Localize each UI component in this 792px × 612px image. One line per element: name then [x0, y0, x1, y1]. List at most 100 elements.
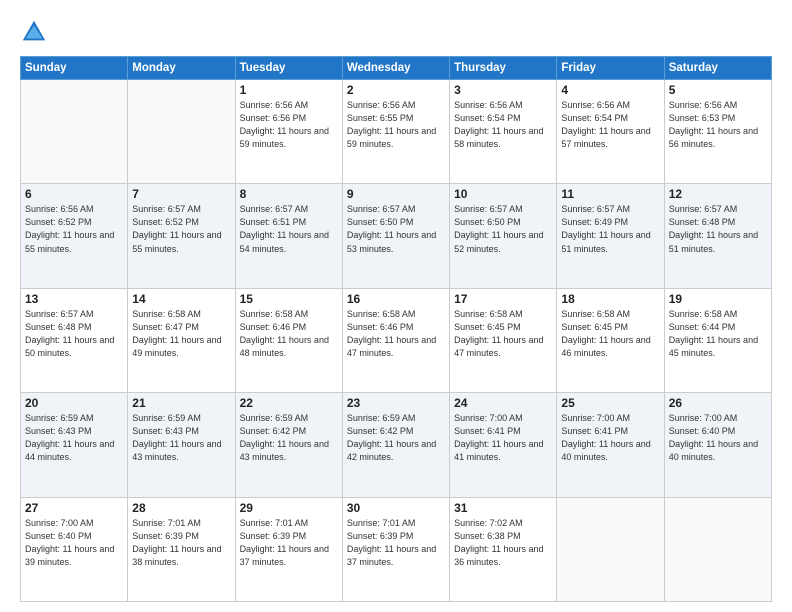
calendar-table: SundayMondayTuesdayWednesdayThursdayFrid…: [20, 56, 772, 602]
day-detail: Sunrise: 7:01 AMSunset: 6:39 PMDaylight:…: [132, 517, 230, 569]
calendar-cell: 23 Sunrise: 6:59 AMSunset: 6:42 PMDayligh…: [342, 393, 449, 497]
day-detail: Sunrise: 6:58 AMSunset: 6:45 PMDaylight:…: [561, 308, 659, 360]
calendar-cell: 27 Sunrise: 7:00 AMSunset: 6:40 PMDayligh…: [21, 497, 128, 601]
day-detail: Sunrise: 6:59 AMSunset: 6:42 PMDaylight:…: [347, 412, 445, 464]
day-number: 16: [347, 292, 445, 306]
calendar-cell: 7Sunrise: 6:57 AMSunset: 6:52 PMDaylight…: [128, 184, 235, 288]
weekday-header-saturday: Saturday: [664, 57, 771, 80]
calendar-cell: 30Sunrise: 7:01 AMSunset: 6:39 PMDayligh…: [342, 497, 449, 601]
calendar-cell: 17 Sunrise: 6:58 AMSunset: 6:45 PMDayligh…: [450, 288, 557, 392]
day-detail: Sunrise: 6:58 AMSunset: 6:46 PMDaylight:…: [347, 308, 445, 360]
calendar-cell: 16 Sunrise: 6:58 AMSunset: 6:46 PMDayligh…: [342, 288, 449, 392]
day-detail: Sunrise: 6:56 AMSunset: 6:56 PMDaylight:…: [240, 99, 338, 151]
calendar-week-row: 6 Sunrise: 6:56 AMSunset: 6:52 PMDaylight…: [21, 184, 772, 288]
weekday-header-thursday: Thursday: [450, 57, 557, 80]
calendar-cell: 9Sunrise: 6:57 AMSunset: 6:50 PMDaylight…: [342, 184, 449, 288]
calendar-cell: [557, 497, 664, 601]
calendar-cell: 29 Sunrise: 7:01 AMSunset: 6:39 PMDayligh…: [235, 497, 342, 601]
day-number: 26: [669, 396, 767, 410]
day-detail: Sunrise: 6:57 AMSunset: 6:48 PMDaylight:…: [669, 203, 767, 255]
calendar-cell: 21 Sunrise: 6:59 AMSunset: 6:43 PMDayligh…: [128, 393, 235, 497]
calendar-week-row: 27 Sunrise: 7:00 AMSunset: 6:40 PMDayligh…: [21, 497, 772, 601]
day-detail: Sunrise: 6:57 AMSunset: 6:49 PMDaylight:…: [561, 203, 659, 255]
day-detail: Sunrise: 7:01 AMSunset: 6:39 PMDaylight:…: [347, 517, 445, 569]
day-detail: Sunrise: 7:02 AMSunset: 6:38 PMDaylight:…: [454, 517, 552, 569]
day-number: 22: [240, 396, 338, 410]
day-detail: Sunrise: 7:00 AMSunset: 6:41 PMDaylight:…: [561, 412, 659, 464]
day-detail: Sunrise: 7:01 AMSunset: 6:39 PMDaylight:…: [240, 517, 338, 569]
day-detail: Sunrise: 6:56 AMSunset: 6:55 PMDaylight:…: [347, 99, 445, 151]
day-number: 8: [240, 187, 338, 201]
day-detail: Sunrise: 7:00 AMSunset: 6:40 PMDaylight:…: [669, 412, 767, 464]
day-number: 19: [669, 292, 767, 306]
calendar-week-row: 1 Sunrise: 6:56 AMSunset: 6:56 PMDaylight…: [21, 80, 772, 184]
day-number: 1: [240, 83, 338, 97]
calendar-cell: 4 Sunrise: 6:56 AMSunset: 6:54 PMDaylight…: [557, 80, 664, 184]
day-detail: Sunrise: 6:59 AMSunset: 6:43 PMDaylight:…: [132, 412, 230, 464]
header: [20, 18, 772, 46]
day-detail: Sunrise: 6:58 AMSunset: 6:46 PMDaylight:…: [240, 308, 338, 360]
day-detail: Sunrise: 6:58 AMSunset: 6:44 PMDaylight:…: [669, 308, 767, 360]
day-number: 7: [132, 187, 230, 201]
calendar-cell: 10Sunrise: 6:57 AMSunset: 6:50 PMDayligh…: [450, 184, 557, 288]
day-number: 29: [240, 501, 338, 515]
calendar-cell: 2 Sunrise: 6:56 AMSunset: 6:55 PMDaylight…: [342, 80, 449, 184]
day-detail: Sunrise: 6:58 AMSunset: 6:45 PMDaylight:…: [454, 308, 552, 360]
day-number: 27: [25, 501, 123, 515]
day-detail: Sunrise: 6:56 AMSunset: 6:54 PMDaylight:…: [561, 99, 659, 151]
day-detail: Sunrise: 6:58 AMSunset: 6:47 PMDaylight:…: [132, 308, 230, 360]
day-number: 14: [132, 292, 230, 306]
day-detail: Sunrise: 7:00 AMSunset: 6:41 PMDaylight:…: [454, 412, 552, 464]
calendar-cell: 5Sunrise: 6:56 AMSunset: 6:53 PMDaylight…: [664, 80, 771, 184]
calendar-cell: 25 Sunrise: 7:00 AMSunset: 6:41 PMDayligh…: [557, 393, 664, 497]
day-number: 31: [454, 501, 552, 515]
weekday-header-friday: Friday: [557, 57, 664, 80]
calendar-cell: 13 Sunrise: 6:57 AMSunset: 6:48 PMDayligh…: [21, 288, 128, 392]
day-detail: Sunrise: 6:56 AMSunset: 6:52 PMDaylight:…: [25, 203, 123, 255]
calendar-week-row: 20 Sunrise: 6:59 AMSunset: 6:43 PMDayligh…: [21, 393, 772, 497]
calendar-cell: 31 Sunrise: 7:02 AMSunset: 6:38 PMDayligh…: [450, 497, 557, 601]
calendar-cell: 24 Sunrise: 7:00 AMSunset: 6:41 PMDayligh…: [450, 393, 557, 497]
calendar-cell: 15 Sunrise: 6:58 AMSunset: 6:46 PMDayligh…: [235, 288, 342, 392]
day-detail: Sunrise: 6:57 AMSunset: 6:50 PMDaylight:…: [454, 203, 552, 255]
calendar-cell: 1 Sunrise: 6:56 AMSunset: 6:56 PMDaylight…: [235, 80, 342, 184]
day-number: 2: [347, 83, 445, 97]
day-number: 13: [25, 292, 123, 306]
day-detail: Sunrise: 6:57 AMSunset: 6:48 PMDaylight:…: [25, 308, 123, 360]
calendar-cell: [664, 497, 771, 601]
day-number: 23: [347, 396, 445, 410]
calendar-cell: 6 Sunrise: 6:56 AMSunset: 6:52 PMDaylight…: [21, 184, 128, 288]
day-detail: Sunrise: 6:56 AMSunset: 6:54 PMDaylight:…: [454, 99, 552, 151]
day-number: 21: [132, 396, 230, 410]
day-number: 25: [561, 396, 659, 410]
calendar-cell: 22 Sunrise: 6:59 AMSunset: 6:42 PMDayligh…: [235, 393, 342, 497]
calendar-cell: 28Sunrise: 7:01 AMSunset: 6:39 PMDayligh…: [128, 497, 235, 601]
calendar-cell: 18 Sunrise: 6:58 AMSunset: 6:45 PMDayligh…: [557, 288, 664, 392]
weekday-header-sunday: Sunday: [21, 57, 128, 80]
day-number: 15: [240, 292, 338, 306]
day-number: 6: [25, 187, 123, 201]
day-number: 9: [347, 187, 445, 201]
page: SundayMondayTuesdayWednesdayThursdayFrid…: [0, 0, 792, 612]
day-number: 17: [454, 292, 552, 306]
day-number: 18: [561, 292, 659, 306]
calendar-cell: 14 Sunrise: 6:58 AMSunset: 6:47 PMDayligh…: [128, 288, 235, 392]
day-number: 11: [561, 187, 659, 201]
calendar-cell: 19 Sunrise: 6:58 AMSunset: 6:44 PMDayligh…: [664, 288, 771, 392]
day-detail: Sunrise: 6:59 AMSunset: 6:43 PMDaylight:…: [25, 412, 123, 464]
calendar-cell: 12Sunrise: 6:57 AMSunset: 6:48 PMDayligh…: [664, 184, 771, 288]
day-number: 4: [561, 83, 659, 97]
calendar-cell: 26 Sunrise: 7:00 AMSunset: 6:40 PMDayligh…: [664, 393, 771, 497]
day-detail: Sunrise: 6:57 AMSunset: 6:51 PMDaylight:…: [240, 203, 338, 255]
calendar-cell: 3 Sunrise: 6:56 AMSunset: 6:54 PMDaylight…: [450, 80, 557, 184]
calendar-week-row: 13 Sunrise: 6:57 AMSunset: 6:48 PMDayligh…: [21, 288, 772, 392]
day-detail: Sunrise: 7:00 AMSunset: 6:40 PMDaylight:…: [25, 517, 123, 569]
calendar-cell: 8 Sunrise: 6:57 AMSunset: 6:51 PMDaylight…: [235, 184, 342, 288]
day-detail: Sunrise: 6:59 AMSunset: 6:42 PMDaylight:…: [240, 412, 338, 464]
day-number: 24: [454, 396, 552, 410]
day-number: 3: [454, 83, 552, 97]
day-number: 20: [25, 396, 123, 410]
weekday-header-wednesday: Wednesday: [342, 57, 449, 80]
calendar-cell: [128, 80, 235, 184]
calendar-cell: 11 Sunrise: 6:57 AMSunset: 6:49 PMDayligh…: [557, 184, 664, 288]
